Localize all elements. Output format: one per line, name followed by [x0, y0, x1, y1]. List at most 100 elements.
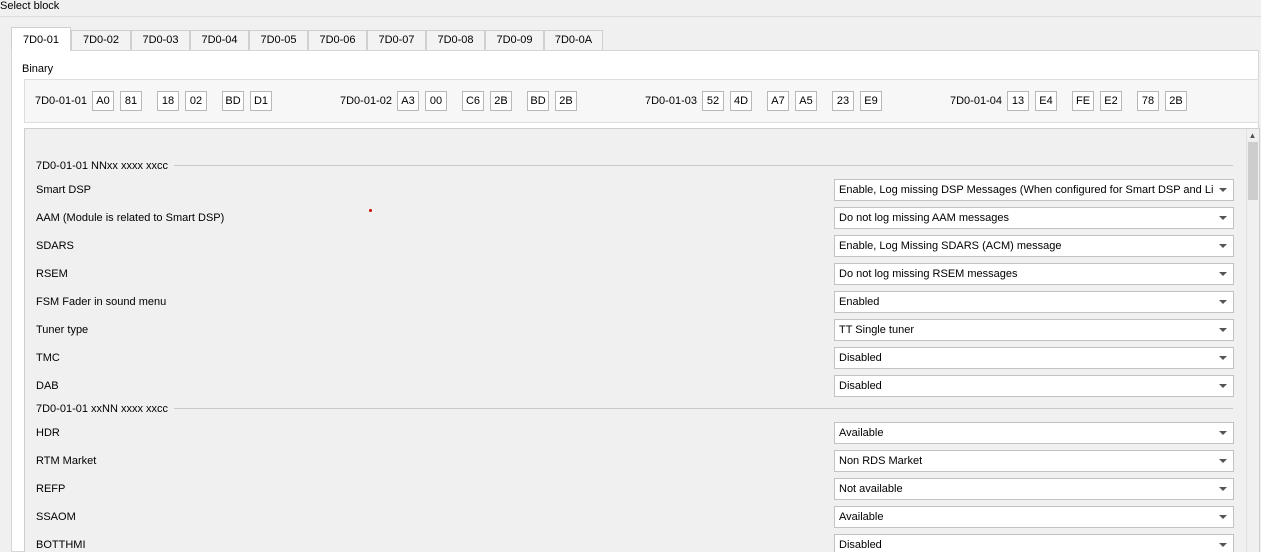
byte-field[interactable]: C6: [462, 91, 484, 111]
byte-field[interactable]: 02: [185, 91, 207, 111]
settings-content: 7D0-01-01 NNxx xxxx xxcc Smart DSP Enabl…: [25, 129, 1246, 552]
setting-dropdown[interactable]: Disabled: [834, 375, 1234, 397]
section-divider: [36, 408, 1233, 409]
byte-field[interactable]: BD: [527, 91, 549, 111]
tab-7d0-09[interactable]: 7D0-09: [485, 30, 544, 50]
dropdown-value: Not available: [839, 483, 903, 495]
byte-field[interactable]: BD: [222, 91, 244, 111]
dropdown-value: Available: [839, 511, 884, 523]
chevron-down-icon: [1219, 515, 1227, 519]
setting-dropdown[interactable]: Do not log missing AAM messages: [834, 207, 1234, 229]
dropdown-value: Disabled: [839, 352, 882, 364]
byte-field[interactable]: D1: [250, 91, 272, 111]
byte-field[interactable]: A0: [92, 91, 114, 111]
setting-label: Tuner type: [36, 324, 89, 336]
setting-label: AAM (Module is related to Smart DSP): [36, 212, 225, 224]
byte-field[interactable]: 13: [1007, 91, 1029, 111]
dropdown-value: Enable, Log missing DSP Messages (When c…: [839, 184, 1213, 196]
dropdown-value: Enable, Log Missing SDARS (ACM) message: [839, 240, 1062, 252]
arrow-up-icon[interactable]: ▲: [1247, 131, 1258, 141]
chevron-down-icon: [1219, 487, 1227, 491]
dropdown-value: Enabled: [839, 296, 880, 308]
chevron-down-icon: [1219, 543, 1227, 547]
dropdown-value: Non RDS Market: [839, 455, 923, 467]
setting-dropdown[interactable]: Do not log missing RSEM messages: [834, 263, 1234, 285]
setting-label: BOTTHMI: [36, 539, 86, 551]
tab-7d0-08[interactable]: 7D0-08: [426, 30, 485, 50]
dropdown-value: TT Single tuner: [839, 324, 915, 336]
tab-7d0-06[interactable]: 7D0-06: [308, 30, 367, 50]
scrollbar-thumb[interactable]: [1248, 142, 1258, 200]
chevron-down-icon: [1219, 431, 1227, 435]
setting-dropdown[interactable]: Enable, Log missing DSP Messages (When c…: [834, 179, 1234, 201]
setting-label: REFP: [36, 483, 66, 495]
chevron-down-icon: [1219, 272, 1227, 276]
tab-7d0-0a[interactable]: 7D0-0A: [544, 30, 603, 50]
setting-label: SSAOM: [36, 511, 76, 523]
setting-label: SDARS: [36, 240, 74, 252]
setting-dropdown[interactable]: Disabled: [834, 534, 1234, 552]
dropdown-value: Do not log missing RSEM messages: [839, 268, 1018, 280]
byte-field[interactable]: 78: [1137, 91, 1159, 111]
block-name: 7D0-01-04: [950, 95, 1002, 107]
chevron-down-icon: [1219, 300, 1227, 304]
section-divider: [36, 165, 1233, 166]
byte-field[interactable]: 2B: [490, 91, 512, 111]
setting-label: FSM Fader in sound menu: [36, 296, 167, 308]
setting-dropdown[interactable]: Enable, Log Missing SDARS (ACM) message: [834, 235, 1234, 257]
byte-field[interactable]: 00: [425, 91, 447, 111]
chevron-down-icon: [1219, 244, 1227, 248]
cursor-dot: [369, 209, 372, 212]
setting-dropdown[interactable]: Available: [834, 506, 1234, 528]
tab-7d0-01[interactable]: 7D0-01: [11, 27, 71, 51]
setting-dropdown[interactable]: TT Single tuner: [834, 319, 1234, 341]
block-name: 7D0-01-03: [645, 95, 697, 107]
setting-dropdown[interactable]: Not available: [834, 478, 1234, 500]
chevron-down-icon: [1219, 384, 1227, 388]
window-title: Select block: [0, 0, 60, 12]
dropdown-value: Available: [839, 427, 884, 439]
byte-field[interactable]: 18: [157, 91, 179, 111]
byte-field[interactable]: 4D: [730, 91, 752, 111]
byte-field[interactable]: 52: [702, 91, 724, 111]
byte-field[interactable]: 2B: [1165, 91, 1187, 111]
setting-label: HDR: [36, 427, 60, 439]
tab-7d0-03[interactable]: 7D0-03: [131, 30, 190, 50]
dropdown-value: Disabled: [839, 539, 882, 551]
setting-dropdown[interactable]: Non RDS Market: [834, 450, 1234, 472]
byte-field[interactable]: E9: [860, 91, 882, 111]
tab-7d0-07[interactable]: 7D0-07: [367, 30, 426, 50]
block-name: 7D0-01-02: [340, 95, 392, 107]
byte-field[interactable]: A3: [397, 91, 419, 111]
byte-field[interactable]: E2: [1100, 91, 1122, 111]
tab-7d0-02[interactable]: 7D0-02: [71, 30, 131, 50]
dropdown-value: Do not log missing AAM messages: [839, 212, 1009, 224]
divider: [0, 16, 1261, 17]
setting-label: TMC: [36, 352, 60, 364]
setting-label: RSEM: [36, 268, 68, 280]
setting-dropdown[interactable]: Enabled: [834, 291, 1234, 313]
setting-dropdown[interactable]: Disabled: [834, 347, 1234, 369]
tab-7d0-04[interactable]: 7D0-04: [190, 30, 249, 50]
setting-label: Smart DSP: [36, 184, 92, 196]
byte-field[interactable]: E4: [1035, 91, 1057, 111]
setting-label: DAB: [36, 380, 59, 392]
byte-field[interactable]: FE: [1072, 91, 1094, 111]
setting-label: RTM Market: [36, 455, 97, 467]
byte-field[interactable]: 81: [120, 91, 142, 111]
section-title: 7D0-01-01 xxNN xxxx xxcc: [36, 403, 175, 415]
byte-field[interactable]: 23: [832, 91, 854, 111]
byte-field[interactable]: A5: [795, 91, 817, 111]
dropdown-value: Disabled: [839, 380, 882, 392]
binary-label: Binary: [22, 63, 54, 75]
block-name: 7D0-01-01: [35, 95, 87, 107]
chevron-down-icon: [1219, 459, 1227, 463]
setting-dropdown[interactable]: Available: [834, 422, 1234, 444]
byte-field[interactable]: A7: [767, 91, 789, 111]
chevron-down-icon: [1219, 216, 1227, 220]
chevron-down-icon: [1219, 328, 1227, 332]
tab-7d0-05[interactable]: 7D0-05: [249, 30, 308, 50]
chevron-down-icon: [1219, 356, 1227, 360]
chevron-down-icon: [1219, 188, 1227, 192]
byte-field[interactable]: 2B: [555, 91, 577, 111]
